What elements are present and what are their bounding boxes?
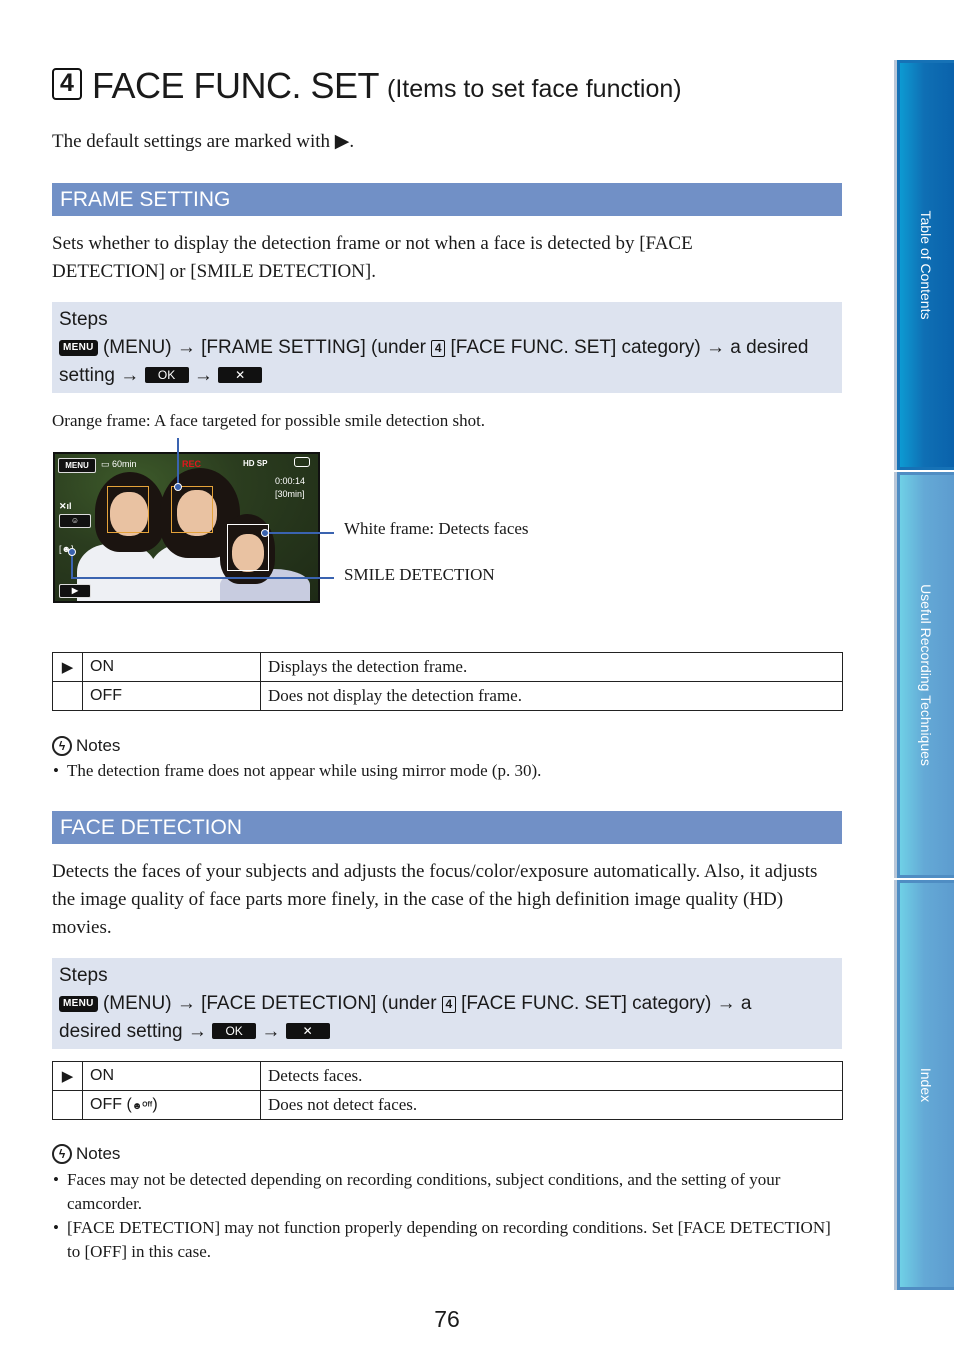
side-tab-label: Index bbox=[917, 1067, 934, 1103]
face-detection-description: Detects the faces of your subjects and a… bbox=[52, 861, 818, 938]
close-key-icon: ✕ bbox=[218, 367, 263, 383]
side-tab-label: Table of Contents bbox=[917, 210, 934, 320]
option-description: Does not display the detection frame. bbox=[260, 681, 843, 711]
option-name-end: ) bbox=[152, 1096, 158, 1113]
hud-media-icon bbox=[294, 457, 310, 467]
callout-dot bbox=[174, 483, 182, 491]
section-heading-face-detection: FACE DETECTION bbox=[52, 811, 842, 844]
hud-quality: HD SP bbox=[243, 459, 268, 468]
option-name: ON bbox=[82, 1061, 261, 1091]
notes-lightning-icon: ϟ bbox=[52, 1144, 72, 1164]
category-4-icon: 4 bbox=[52, 68, 82, 100]
hud-signal-icon: ✕ıl bbox=[59, 501, 72, 511]
orange-detection-frame bbox=[107, 486, 149, 533]
menu-key-icon: MENU bbox=[59, 340, 98, 356]
table-row: OFF (☻ᴼᶠᶠ) Does not detect faces. bbox=[52, 1090, 843, 1120]
callout-line-white-frame bbox=[264, 532, 334, 534]
option-description: Detects faces. bbox=[260, 1061, 843, 1091]
notes-heading: ϟ Notes bbox=[52, 1144, 120, 1164]
default-marker bbox=[52, 681, 83, 711]
notes-lightning-icon: ϟ bbox=[52, 736, 72, 756]
frame-setting-options-table: ▶ ON Displays the detection frame. OFF D… bbox=[52, 652, 843, 711]
note-item: Faces may not be detected depending on r… bbox=[52, 1168, 842, 1216]
option-name-cell: OFF (☻ᴼᶠᶠ) bbox=[82, 1090, 261, 1120]
frame-setting-steps: Steps MENU (MENU) → [FRAME SETTING] (und… bbox=[52, 302, 842, 393]
face-off-icon: ☻ᴼᶠᶠ bbox=[131, 1101, 153, 1112]
notes-label: Notes bbox=[76, 1144, 121, 1163]
table-row: ▶ ON Displays the detection frame. bbox=[52, 652, 843, 682]
close-key-icon: ✕ bbox=[285, 1023, 330, 1039]
default-settings-note: The default settings are marked with ▶. bbox=[52, 131, 355, 152]
hud-playback-button: ▶ bbox=[59, 584, 91, 598]
hud-menu-button: MENU bbox=[58, 458, 96, 473]
option-name: OFF bbox=[82, 681, 261, 711]
option-description: Displays the detection frame. bbox=[260, 652, 843, 682]
ok-key-icon: OK bbox=[144, 367, 189, 383]
side-tab-index[interactable]: Index bbox=[894, 880, 954, 1290]
side-tab-label: Useful Recording Techniques bbox=[917, 584, 934, 766]
default-marker bbox=[52, 1090, 83, 1120]
page-title: 4 FACE FUNC. SET (Items to set face func… bbox=[52, 62, 682, 106]
title-subtitle: (Items to set face function) bbox=[387, 75, 682, 103]
figure-caption: Orange frame: A face targeted for possib… bbox=[52, 411, 486, 430]
steps-label: Steps bbox=[59, 309, 108, 330]
hud-rec: REC bbox=[182, 459, 202, 469]
note-item: [FACE DETECTION] may not function proper… bbox=[52, 1216, 842, 1264]
default-marker: ▶ bbox=[52, 1061, 83, 1091]
page-number: 76 bbox=[434, 1306, 460, 1332]
frame-setting-description: Sets whether to display the detection fr… bbox=[52, 233, 693, 282]
callout-dot bbox=[68, 548, 76, 556]
face-detection-options-table: ▶ ON Detects faces. OFF (☻ᴼᶠᶠ) Does not … bbox=[52, 1061, 843, 1120]
lcd-screen-illustration: MENU ▭ 60min REC HD SP 0:00:14 [30min] ✕… bbox=[53, 452, 320, 603]
table-row: OFF Does not display the detection frame… bbox=[52, 681, 843, 711]
hud-remaining: [30min] bbox=[275, 489, 305, 499]
callout-line-smile bbox=[71, 577, 334, 579]
callout-dot bbox=[261, 529, 269, 537]
arrow: → bbox=[193, 365, 213, 386]
steps-text-part1: (MENU) → [FACE DETECTION] (under bbox=[102, 993, 437, 1014]
table-row: ▶ ON Detects faces. bbox=[52, 1061, 843, 1091]
hud-timecode: 0:00:14 bbox=[275, 476, 306, 486]
option-name: ON bbox=[82, 652, 261, 682]
hud-smile-shutter-button: ☺ bbox=[59, 514, 91, 528]
default-marker: ▶ bbox=[52, 652, 83, 682]
option-description: Does not detect faces. bbox=[260, 1090, 843, 1120]
callout-line-orange bbox=[177, 438, 179, 486]
side-tab-useful-recording-techniques[interactable]: Useful Recording Techniques bbox=[894, 472, 954, 878]
arrow: → bbox=[261, 1021, 281, 1042]
section-heading-frame-setting: FRAME SETTING bbox=[52, 183, 842, 216]
option-name: OFF ( bbox=[90, 1096, 132, 1113]
orange-detection-frame bbox=[171, 486, 213, 533]
note-item: The detection frame does not appear whil… bbox=[52, 759, 842, 783]
ok-key-icon: OK bbox=[212, 1023, 257, 1039]
hud-battery: ▭ 60min bbox=[101, 459, 137, 469]
notes-label: Notes bbox=[76, 736, 121, 755]
notes-heading: ϟ Notes bbox=[52, 736, 120, 756]
steps-label: Steps bbox=[59, 965, 108, 986]
steps-text-part1: (MENU) → [FRAME SETTING] (under bbox=[102, 337, 426, 358]
side-tab-table-of-contents[interactable]: Table of Contents bbox=[894, 60, 954, 470]
category-4-icon: 4 bbox=[431, 340, 446, 357]
menu-key-icon: MENU bbox=[59, 996, 98, 1012]
callout-smile-detection-label: SMILE DETECTION bbox=[344, 565, 495, 584]
face-detection-steps: Steps MENU (MENU) → [FACE DETECTION] (un… bbox=[52, 958, 842, 1049]
category-4-icon: 4 bbox=[441, 996, 456, 1013]
hud-battery-text: 60min bbox=[112, 459, 137, 469]
title-main: FACE FUNC. SET bbox=[92, 65, 380, 106]
callout-white-frame-label: White frame: Detects faces bbox=[344, 519, 529, 538]
